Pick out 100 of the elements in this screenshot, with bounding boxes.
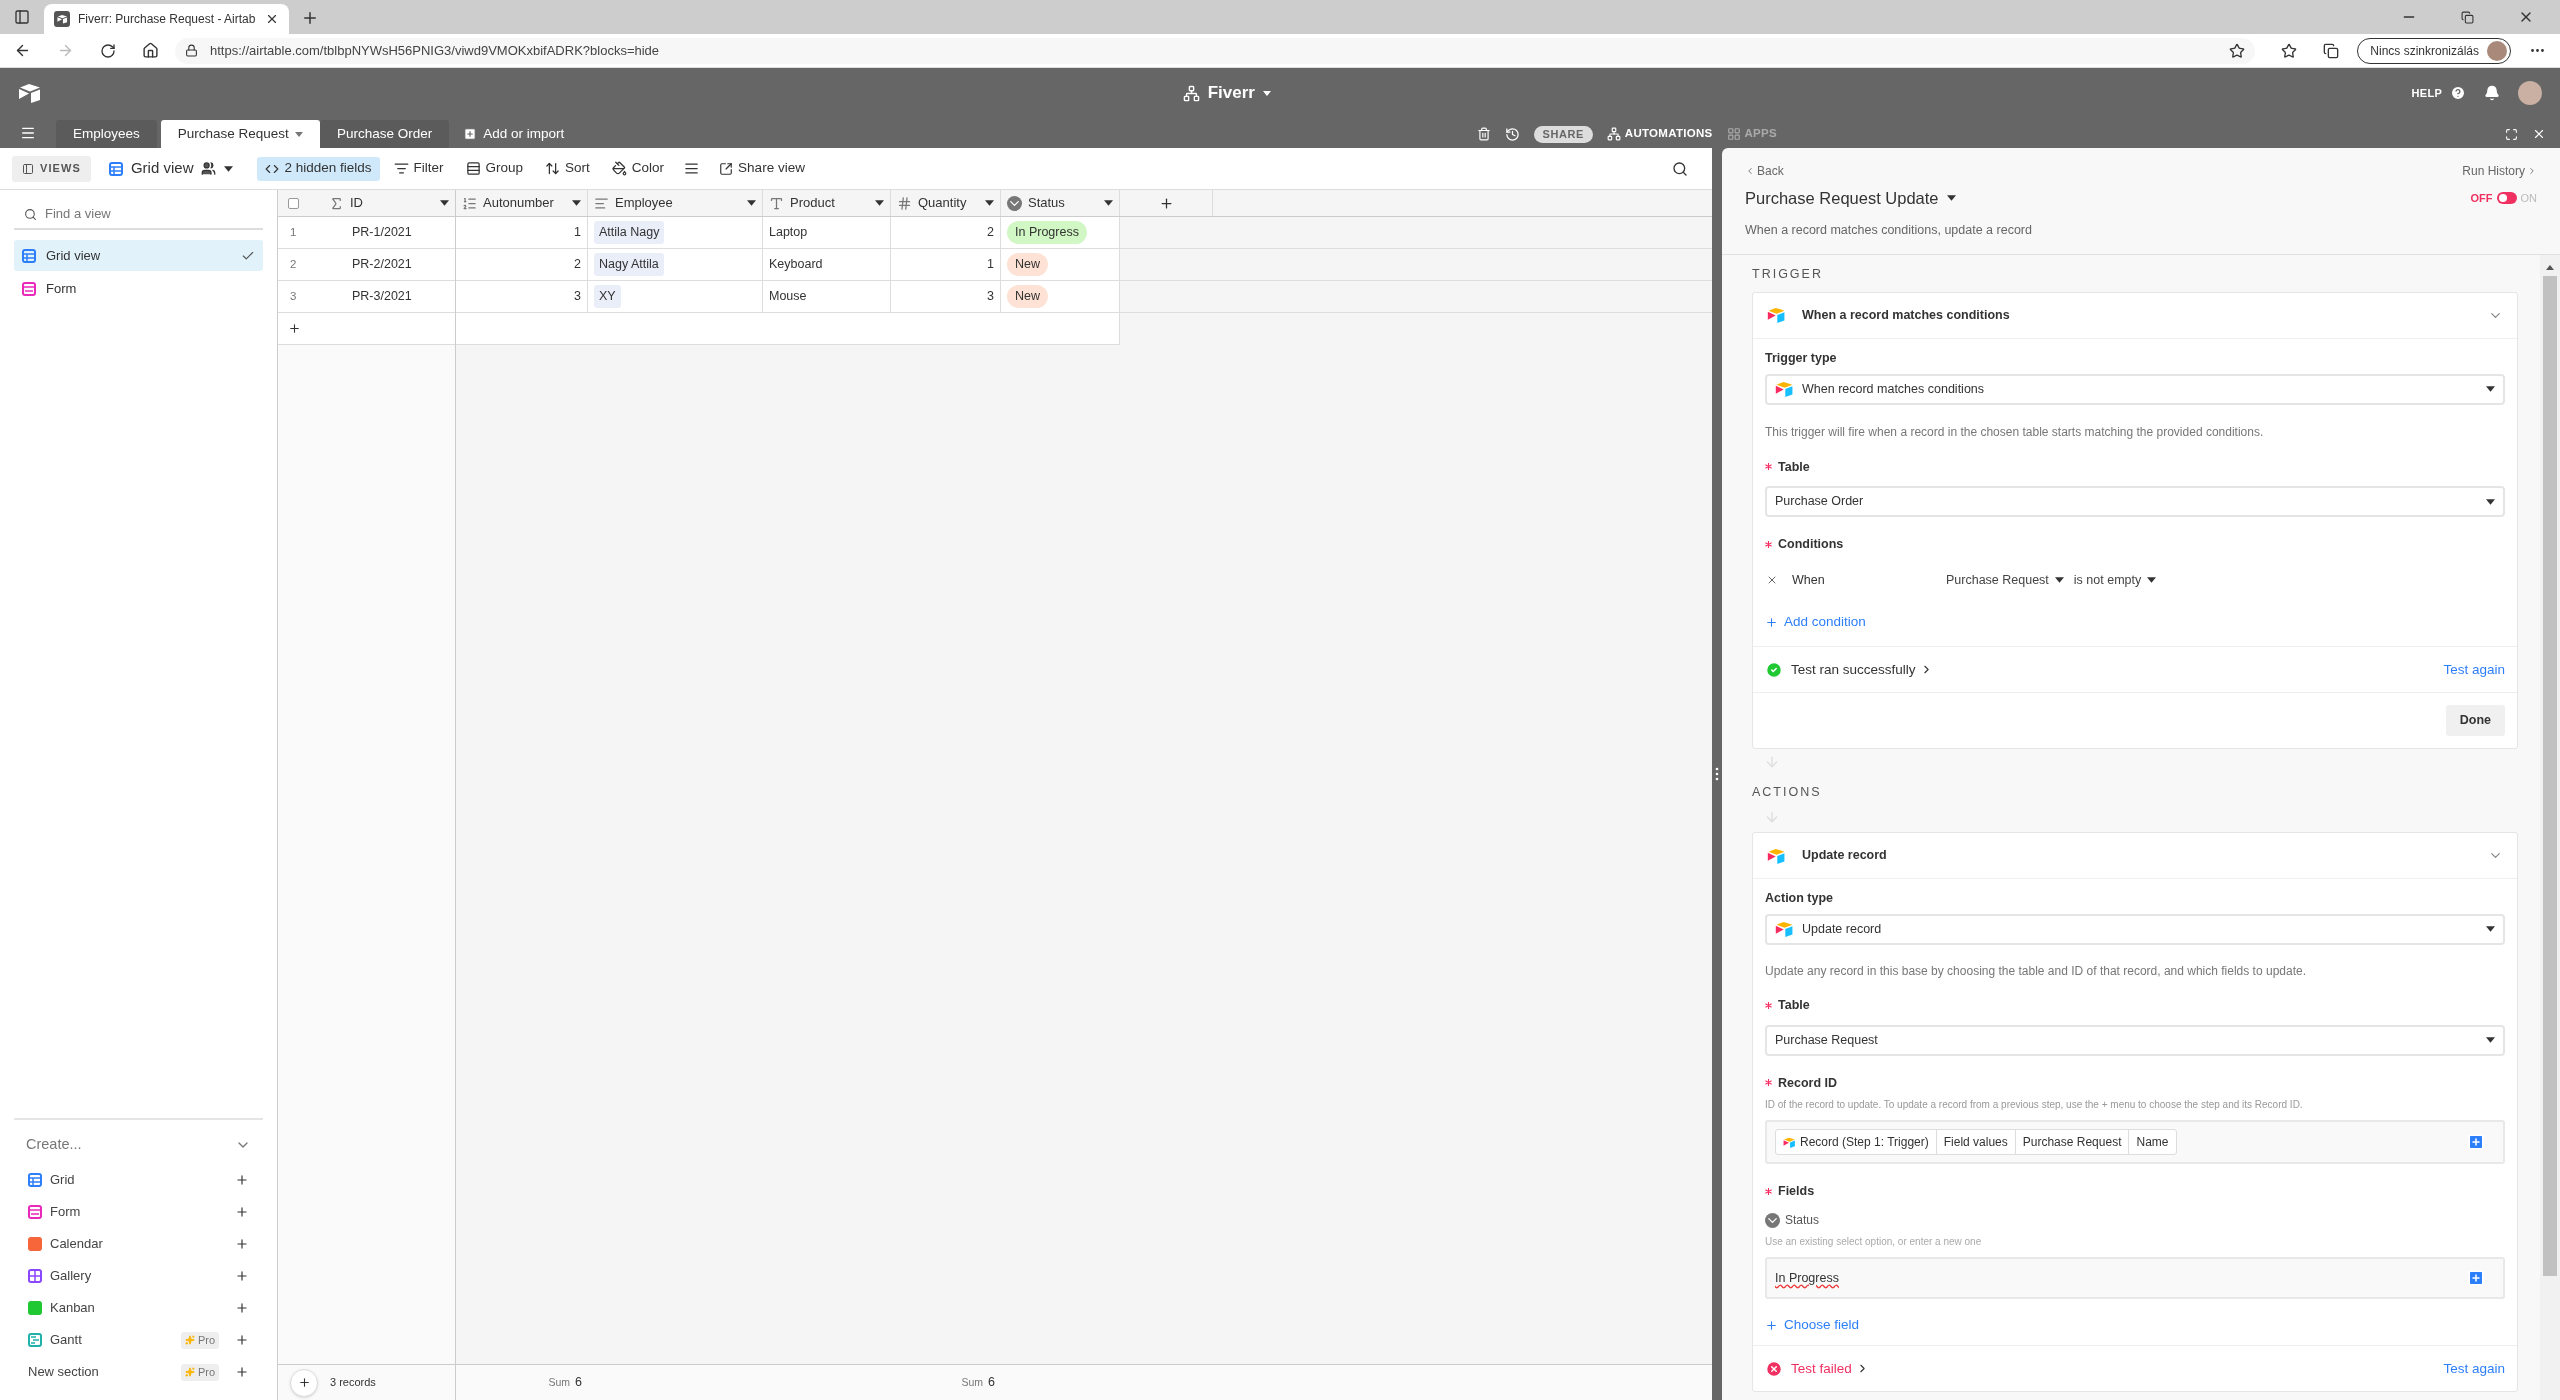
linked-record-chip[interactable]: Nagy Attila xyxy=(594,253,664,276)
create-view-item[interactable]: Grid xyxy=(14,1164,263,1196)
close-icon[interactable] xyxy=(265,12,279,26)
run-history-link[interactable]: Run History xyxy=(2462,162,2537,180)
tab-actions-icon[interactable] xyxy=(14,9,30,25)
notifications-icon[interactable] xyxy=(2484,85,2500,101)
table-tab[interactable]: Purchase Order xyxy=(319,120,450,148)
create-view-item[interactable]: Kanban xyxy=(14,1292,263,1324)
create-view-item[interactable]: New section Pro xyxy=(14,1356,263,1388)
create-view-item[interactable]: Calendar xyxy=(14,1228,263,1260)
search-icon[interactable] xyxy=(1672,160,1688,177)
condition-operator-select[interactable]: is not empty xyxy=(2073,570,2157,590)
create-view-item[interactable]: Gantt Pro xyxy=(14,1324,263,1356)
hidden-fields-button[interactable]: 2 hidden fields xyxy=(257,156,380,181)
add-row-icon[interactable] xyxy=(288,322,301,335)
test-again-link[interactable]: Test again xyxy=(2443,1358,2505,1379)
new-tab-icon[interactable] xyxy=(301,9,319,27)
done-button[interactable]: Done xyxy=(2445,705,2505,737)
table-cell-text: Keyboard xyxy=(769,256,823,274)
home-icon[interactable] xyxy=(142,42,159,59)
field-value-input[interactable]: In Progress xyxy=(1765,1257,2505,1299)
address-field[interactable]: https://airtable.com/tblbpNYWsH56PNIG3/viwd9VMOKxbifADRK?blocks=hide xyxy=(175,37,2256,64)
record-id-field[interactable]: Record (Step 1: Trigger) Field values Purchase Request Name xyxy=(1765,1120,2505,1165)
views-button[interactable]: VIEWS xyxy=(12,155,91,182)
fullscreen-icon[interactable] xyxy=(2505,127,2518,141)
table-select[interactable]: Purchase Request xyxy=(1765,1024,2505,1056)
linked-record-chip[interactable]: Attila Nagy xyxy=(594,221,665,244)
scrollbar-thumb[interactable] xyxy=(2543,276,2557,1276)
token-pill[interactable]: Field values xyxy=(1935,1130,2015,1155)
close-icon[interactable] xyxy=(2532,127,2546,141)
token-pill[interactable]: Record (Step 1: Trigger) xyxy=(1776,1130,1936,1155)
summary-value: 6 xyxy=(988,1374,995,1392)
resize-handle-icon[interactable] xyxy=(1715,767,1719,781)
table-tab[interactable]: Employees xyxy=(56,120,157,148)
hint-text: This trigger will fire when a record in the chosen table starts matching the provided conditions. xyxy=(1765,423,2265,441)
help-icon[interactable] xyxy=(2450,85,2466,101)
test-result-link[interactable]: Test failed xyxy=(1791,1358,1852,1379)
airtable-logo-icon xyxy=(1775,921,1794,938)
test-again-link[interactable]: Test again xyxy=(2443,659,2505,680)
add-condition-link[interactable]: Add condition xyxy=(1765,612,1866,633)
add-field-icon[interactable] xyxy=(1158,195,1174,211)
table-cell-text: Laptop xyxy=(769,224,808,242)
create-menu-toggle[interactable]: Create... xyxy=(14,1130,263,1160)
scroll-up-icon[interactable] xyxy=(2546,265,2554,270)
token-pill[interactable]: Purchase Request xyxy=(2014,1130,2129,1155)
remove-condition-icon[interactable] xyxy=(1766,574,1778,586)
create-view-item[interactable]: Form xyxy=(14,1196,263,1228)
share-view-button[interactable]: Share view xyxy=(711,156,813,181)
share-button[interactable]: SHARE xyxy=(1533,125,1593,143)
back-icon[interactable] xyxy=(14,42,31,59)
gallery-view-icon xyxy=(28,1269,42,1283)
base-name[interactable]: Fiverr xyxy=(1207,80,1255,106)
trash-icon[interactable] xyxy=(1476,127,1491,141)
toolbar-button[interactable]: Color xyxy=(603,156,673,181)
select-all-checkbox[interactable] xyxy=(288,197,299,209)
column-menu-icon xyxy=(875,200,884,206)
history-icon[interactable] xyxy=(1504,126,1520,142)
automations-button[interactable]: AUTOMATIONS xyxy=(1606,125,1713,143)
token-pill[interactable]: Name xyxy=(2128,1130,2176,1155)
menu-icon[interactable] xyxy=(20,125,36,141)
help-button[interactable]: HELP xyxy=(2411,84,2442,102)
add-token-icon[interactable] xyxy=(2467,1269,2485,1287)
add-token-icon[interactable] xyxy=(2467,1133,2485,1152)
condition-field-select[interactable]: Purchase Request xyxy=(1946,570,2064,590)
paint-bucket-icon xyxy=(611,161,627,176)
collections-icon[interactable] xyxy=(2323,42,2340,59)
back-link[interactable]: Back xyxy=(1745,162,1784,180)
choose-field-link[interactable]: Choose field xyxy=(1765,1315,1860,1336)
row-height-icon[interactable] xyxy=(684,161,700,176)
restore-icon[interactable] xyxy=(2461,11,2474,24)
view-item[interactable]: Form xyxy=(14,273,263,304)
toggle-switch[interactable] xyxy=(2496,192,2517,205)
test-result-link[interactable]: Test ran successfully xyxy=(1791,659,1916,680)
table-cell-text: 1 xyxy=(987,256,994,274)
toolbar-button[interactable]: Sort xyxy=(537,156,598,181)
plus-icon xyxy=(297,1376,311,1389)
reload-icon[interactable] xyxy=(100,42,116,59)
search-icon xyxy=(24,207,37,221)
view-switcher[interactable]: Grid view xyxy=(96,155,246,182)
create-view-item[interactable]: Gallery xyxy=(14,1260,263,1292)
browser-tab[interactable]: Fiverr: Purchase Request - Airtab xyxy=(44,4,289,34)
add-table-button[interactable]: Add or import xyxy=(453,120,575,148)
add-record-button[interactable] xyxy=(290,1368,318,1397)
number-icon xyxy=(897,195,912,211)
select-field-icon xyxy=(1765,1212,1780,1228)
add-favorite-icon[interactable] xyxy=(2229,42,2246,59)
action-type-select[interactable]: Update record xyxy=(1765,913,2505,945)
chevron-left-icon xyxy=(1745,166,1755,176)
favorites-icon[interactable] xyxy=(2281,42,2298,59)
trigger-type-select[interactable]: When record matches conditions xyxy=(1765,373,2505,405)
find-view-field[interactable]: Find a view xyxy=(45,204,253,224)
view-item[interactable]: Grid view xyxy=(14,240,263,271)
table-tab[interactable]: Purchase Request xyxy=(160,120,320,148)
avatar-icon[interactable] xyxy=(2518,81,2542,105)
table-select[interactable]: Purchase Order xyxy=(1765,486,2505,518)
toolbar-button[interactable]: Group xyxy=(457,156,532,181)
caret-icon xyxy=(1262,90,1271,96)
linked-record-chip[interactable]: XY xyxy=(594,285,621,308)
toolbar-button[interactable]: Filter xyxy=(385,156,452,181)
caret-icon xyxy=(2486,926,2495,933)
